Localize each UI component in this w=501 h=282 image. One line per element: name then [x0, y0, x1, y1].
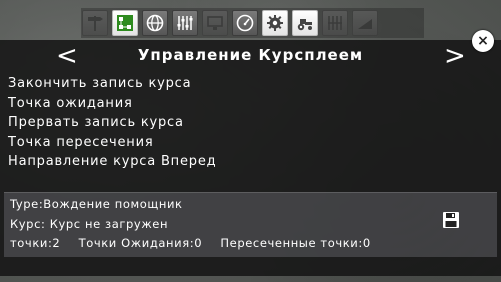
- course-steering-icon: [117, 15, 133, 31]
- course-steering-button[interactable]: [112, 10, 138, 36]
- close-button[interactable]: ×: [472, 30, 494, 52]
- sliders-icon: [177, 16, 193, 30]
- courseplay-panel: < Управление Курсплеем > × Закончить зап…: [0, 30, 501, 276]
- wait-points-count: Точки Ожидания:0: [78, 236, 203, 250]
- gear-icon: [267, 15, 283, 31]
- menu-item-pause-recording[interactable]: Прервать запись курса: [8, 113, 216, 133]
- field-grid-icon: [328, 16, 342, 30]
- menu-item-stop-recording[interactable]: Закончить запись курса: [8, 74, 216, 94]
- globe-button[interactable]: [142, 10, 168, 36]
- monitor-button[interactable]: [202, 10, 228, 36]
- close-icon: ×: [477, 33, 489, 49]
- save-icon[interactable]: [442, 211, 460, 229]
- sliders-button[interactable]: [172, 10, 198, 36]
- course-text: Курс: Курс не загружен: [10, 217, 169, 231]
- info-box: Type:Вождение помощник Курс: Курс не заг…: [4, 192, 497, 257]
- field-grid-button[interactable]: [322, 10, 348, 36]
- tractor-icon: [297, 19, 312, 31]
- next-page-button[interactable]: >: [444, 42, 466, 70]
- globe-icon: [146, 14, 164, 32]
- panel-header: < Управление Курсплеем > ×: [0, 30, 501, 74]
- action-menu: Закончить запись курса Точка ожидания Пр…: [8, 74, 216, 172]
- menu-item-course-direction[interactable]: Направление курса Вперед: [8, 152, 216, 172]
- signpost-icon: [88, 16, 103, 31]
- type-text: Type:Вождение помощник: [10, 197, 183, 211]
- gear-button[interactable]: [262, 10, 288, 36]
- tractor-button[interactable]: [292, 10, 318, 36]
- tilt-icon: [358, 19, 372, 29]
- speedometer-icon: [236, 14, 254, 32]
- toolbar: [81, 8, 424, 38]
- panel-title: Управление Курсплеем: [137, 46, 364, 64]
- monitor-icon: [207, 16, 223, 30]
- menu-item-wait-point[interactable]: Точка ожидания: [8, 94, 216, 114]
- signpost-button[interactable]: [82, 10, 108, 36]
- cross-points-count: Пересеченные точки:0: [220, 236, 371, 250]
- tilt-button[interactable]: [352, 10, 378, 36]
- points-summary: точки:2 Точки Ожидания:0 Пересеченные то…: [10, 236, 385, 250]
- speedometer-button[interactable]: [232, 10, 258, 36]
- points-count: точки:2: [10, 236, 61, 250]
- menu-item-cross-point[interactable]: Точка пересечения: [8, 133, 216, 153]
